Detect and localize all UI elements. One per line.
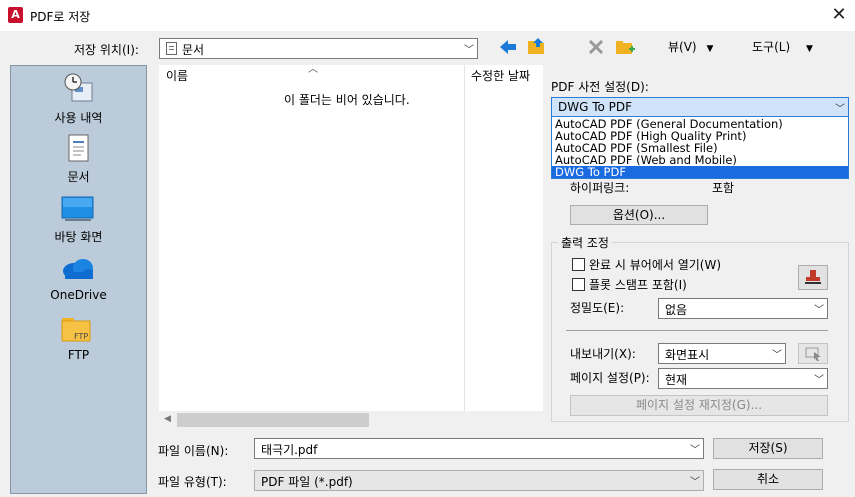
location-value: 문서 [182, 43, 205, 57]
open-in-viewer-checkbox[interactable] [572, 258, 585, 271]
export-combo[interactable]: 화면표시 ﹀ [658, 343, 786, 364]
sidebar-item-desktop[interactable]: 바탕 화면 [11, 190, 146, 248]
output-group-label: 출력 조정 [558, 234, 612, 251]
chevron-down-icon: ﹀ [772, 350, 782, 361]
chevron-down-icon: ﹀ [690, 445, 700, 456]
sidebar-item-documents[interactable]: 문서 [11, 130, 146, 188]
document-icon [166, 42, 177, 55]
filename-input[interactable]: 태극기.pdf ﹀ [254, 438, 704, 459]
horizontal-scrollbar[interactable]: ◀ [159, 411, 543, 429]
sidebar-item-label: 문서 [67, 170, 90, 184]
close-icon[interactable]: ✕ [830, 4, 848, 26]
scroll-left-icon[interactable]: ◀ [164, 414, 171, 424]
open-in-viewer-label[interactable]: 완료 시 뷰어에서 열기(W) [589, 256, 721, 273]
chevron-down-icon: ﹀ [835, 104, 845, 115]
empty-folder-message: 이 폴더는 비어 있습니다. [284, 93, 410, 107]
tools-menu-button[interactable]: 도구(L) ▼ [752, 38, 813, 55]
select-objects-icon [805, 347, 821, 361]
export-label: 내보내기(X): [570, 347, 636, 361]
sidebar-item-label: 바탕 화면 [54, 230, 103, 244]
tools-menu-label: 도구(L) [752, 40, 791, 54]
scrollbar-thumb[interactable] [177, 413, 369, 427]
save-button[interactable]: 저장(S) [713, 438, 823, 459]
svg-text:FTP: FTP [74, 332, 88, 341]
back-arrow-icon[interactable] [498, 38, 518, 56]
caret-down-icon: ▼ [706, 44, 714, 54]
options-button[interactable]: 옵션(O)... [570, 205, 708, 225]
sidebar-item-label: FTP [67, 348, 90, 362]
chevron-down-icon: ﹀ [464, 45, 474, 56]
page-setup-override-button[interactable]: 페이지 설정 재지정(G)... [570, 395, 828, 416]
new-folder-icon[interactable] [614, 36, 636, 56]
pdf-preset-combo[interactable]: DWG To PDF ﹀ [551, 97, 849, 118]
pdf-preset-value: DWG To PDF [558, 100, 633, 114]
chevron-down-icon: ﹀ [690, 477, 700, 488]
sidebar-item-label: OneDrive [50, 288, 107, 302]
cancel-button[interactable]: 취소 [713, 469, 823, 490]
export-value: 화면표시 [665, 348, 710, 362]
title-bar [0, 0, 855, 31]
delete-icon[interactable] [587, 38, 605, 56]
quality-value: 없음 [665, 303, 688, 317]
sidebar-item-history[interactable]: 사용 내역 [11, 68, 146, 128]
pdf-preset-label: PDF 사전 설정(D): [551, 80, 649, 94]
hyperlink-value: 포함 [712, 181, 735, 195]
autocad-app-icon: A [8, 7, 23, 23]
ftp-folder-icon: FTP [61, 318, 91, 342]
page-setup-combo[interactable]: 현재 ﹀ [658, 368, 828, 389]
desktop-icon [61, 196, 94, 221]
history-icon [64, 73, 93, 102]
places-sidebar: 사용 내역 문서 바탕 화면 OneDrive FTP FTP [10, 65, 147, 494]
window-title: PDF로 저장 [30, 10, 91, 24]
filetype-label: 파일 유형(T): [158, 475, 227, 489]
plot-stamp-checkbox[interactable] [572, 278, 585, 291]
sidebar-item-label: 사용 내역 [54, 111, 103, 125]
filename-value: 태극기.pdf [261, 443, 318, 457]
file-list[interactable]: 이름 ︿ 수정한 날짜 이 폴더는 비어 있습니다. ◀ [159, 64, 543, 429]
page-setup-label: 페이지 설정(P): [570, 371, 650, 385]
chevron-down-icon: ﹀ [814, 305, 824, 316]
documents-icon [68, 134, 89, 162]
view-menu-label: 뷰(V) [668, 40, 697, 54]
sidebar-item-ftp[interactable]: FTP FTP [11, 310, 146, 368]
caret-down-icon: ▼ [805, 44, 813, 54]
location-combo[interactable]: 문서 ﹀ [159, 38, 478, 59]
pdf-preset-dropdown-list[interactable]: AutoCAD PDF (General Documentation) Auto… [551, 116, 849, 179]
filetype-value: PDF 파일 (*.pdf) [261, 475, 353, 489]
plot-stamp-settings-button[interactable] [798, 265, 828, 290]
filename-label: 파일 이름(N): [158, 444, 229, 458]
dropdown-option-selected[interactable]: DWG To PDF [552, 166, 848, 178]
sort-up-icon: ︿ [308, 64, 318, 75]
sidebar-item-onedrive[interactable]: OneDrive [11, 250, 146, 308]
page-setup-value: 현재 [665, 373, 688, 387]
hyperlink-label: 하이퍼링크: [570, 181, 630, 195]
filetype-combo[interactable]: PDF 파일 (*.pdf) ﹀ [254, 470, 704, 491]
onedrive-icon [63, 259, 93, 279]
column-header-modified[interactable]: 수정한 날짜 [471, 67, 530, 84]
column-divider [464, 65, 465, 411]
location-label: 저장 위치(I): [74, 43, 139, 57]
quality-combo[interactable]: 없음 ﹀ [658, 298, 828, 319]
column-header-name[interactable]: 이름 [166, 67, 188, 84]
up-folder-icon[interactable] [526, 36, 548, 56]
chevron-down-icon: ﹀ [814, 375, 824, 386]
view-menu-button[interactable]: 뷰(V) ▼ [668, 38, 713, 55]
stamp-icon [805, 270, 821, 284]
select-objects-button[interactable] [798, 343, 828, 364]
quality-label: 정밀도(E): [570, 301, 625, 315]
separator [566, 330, 828, 331]
plot-stamp-label[interactable]: 플롯 스탬프 포함(I) [589, 276, 687, 293]
